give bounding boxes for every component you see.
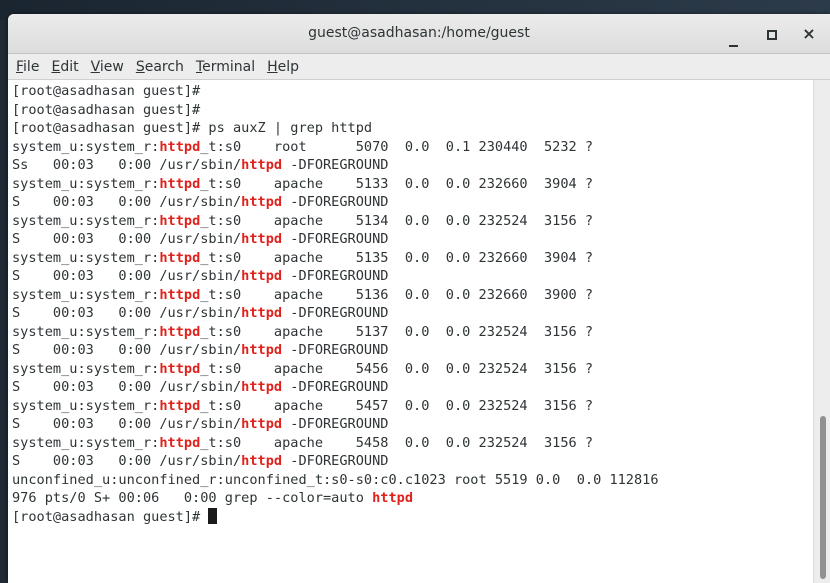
terminal-line: S 00:03 0:00 /usr/sbin/httpd -DFOREGROUN… (12, 268, 389, 284)
grep-match: httpd (241, 157, 283, 173)
terminal-line: system_u:system_r:httpd_t:s0 apache 5457… (12, 397, 594, 414)
terminal-line: [root@asadhasan guest]# ps auxZ | grep h… (12, 120, 373, 136)
grep-match: httpd (159, 323, 201, 340)
menu-label: iew (99, 58, 124, 75)
terminal-output[interactable]: [root@asadhasan guest]# [root@asadhasan g… (8, 80, 814, 583)
menu-label: erminal (202, 58, 256, 75)
grep-match: httpd (159, 360, 201, 377)
terminal-window: guest@asadhasan:/home/guest × File Edit Vi… (8, 14, 830, 583)
menu-mnemonic: S (135, 58, 145, 75)
terminal-line: Ss 00:03 0:00 /usr/sbin/httpd -DFOREGROU… (12, 157, 389, 173)
terminal-cursor (208, 507, 218, 524)
minimize-button[interactable] (718, 14, 748, 53)
scrollbar[interactable] (813, 80, 830, 583)
grep-match: httpd (241, 416, 283, 432)
terminal-line: S 00:03 0:00 /usr/sbin/httpd -DFOREGROUN… (12, 194, 389, 210)
terminal-line: S 00:03 0:00 /usr/sbin/httpd -DFOREGROUN… (12, 453, 389, 469)
close-button[interactable]: × (794, 14, 824, 53)
menu-file[interactable]: File (16, 59, 39, 75)
menu-label: ile (23, 58, 40, 75)
terminal-line: [root@asadhasan guest]# (12, 507, 814, 527)
menu-mnemonic: V (90, 58, 100, 75)
grep-match: httpd (241, 305, 283, 321)
scrollbar-thumb[interactable] (820, 416, 826, 579)
menu-bar: File Edit View Search Terminal Help (8, 54, 830, 80)
grep-match: httpd (159, 397, 201, 414)
terminal-line: system_u:system_r:httpd_t:s0 apache 5134… (12, 212, 594, 229)
grep-match: httpd (241, 453, 283, 469)
grep-match: httpd (159, 212, 201, 229)
maximize-icon (767, 30, 777, 40)
terminal-line: system_u:system_r:httpd_t:s0 root 5070 0… (12, 138, 594, 155)
menu-view[interactable]: View (91, 59, 124, 75)
maximize-button[interactable] (757, 14, 787, 53)
terminal-line: unconfined_u:unconfined_r:unconfined_t:s… (12, 471, 659, 488)
terminal-line: [root@asadhasan guest]# (12, 101, 201, 118)
minimize-icon (728, 45, 738, 47)
menu-label: earch (144, 58, 184, 75)
menu-search[interactable]: Search (136, 59, 184, 75)
terminal-line: system_u:system_r:httpd_t:s0 apache 5458… (12, 434, 594, 451)
window-title: guest@asadhasan:/home/guest (308, 25, 530, 41)
grep-match: httpd (241, 342, 283, 358)
terminal-line: S 00:03 0:00 /usr/sbin/httpd -DFOREGROUN… (12, 342, 389, 358)
menu-label: elp (277, 58, 300, 75)
grep-match: httpd (241, 231, 283, 247)
terminal-line: S 00:03 0:00 /usr/sbin/httpd -DFOREGROUN… (12, 416, 389, 432)
menu-terminal[interactable]: Terminal (196, 59, 255, 75)
menu-mnemonic: H (267, 58, 278, 75)
title-bar[interactable]: guest@asadhasan:/home/guest × (8, 14, 830, 54)
grep-match: httpd (159, 138, 201, 155)
menu-label: dit (60, 58, 79, 75)
terminal-line: S 00:03 0:00 /usr/sbin/httpd -DFOREGROUN… (12, 379, 389, 395)
grep-match: httpd (159, 249, 201, 266)
grep-match: httpd (241, 194, 283, 210)
terminal-line: system_u:system_r:httpd_t:s0 apache 5136… (12, 286, 594, 303)
grep-match: httpd (159, 175, 201, 192)
terminal-line: system_u:system_r:httpd_t:s0 apache 5135… (12, 249, 594, 266)
terminal-line: [root@asadhasan guest]# (12, 83, 201, 99)
menu-help[interactable]: Help (267, 59, 299, 75)
terminal-line: S 00:03 0:00 /usr/sbin/httpd -DFOREGROUN… (12, 231, 389, 247)
close-icon: × (802, 24, 816, 43)
terminal-line: system_u:system_r:httpd_t:s0 apache 5137… (12, 323, 594, 340)
grep-match: httpd (159, 434, 201, 451)
terminal-line: system_u:system_r:httpd_t:s0 apache 5456… (12, 360, 594, 377)
menu-edit[interactable]: Edit (51, 59, 78, 75)
menu-mnemonic: E (51, 58, 61, 75)
grep-match: httpd (241, 379, 283, 395)
terminal-line: 976 pts/0 S+ 00:06 0:00 grep --color=aut… (12, 490, 414, 506)
terminal-line: S 00:03 0:00 /usr/sbin/httpd -DFOREGROUN… (12, 305, 389, 321)
menu-mnemonic: F (16, 58, 24, 75)
grep-match: httpd (159, 286, 201, 303)
terminal-line: system_u:system_r:httpd_t:s0 apache 5133… (12, 175, 594, 192)
grep-match: httpd (241, 268, 283, 284)
grep-match: httpd (372, 490, 414, 506)
